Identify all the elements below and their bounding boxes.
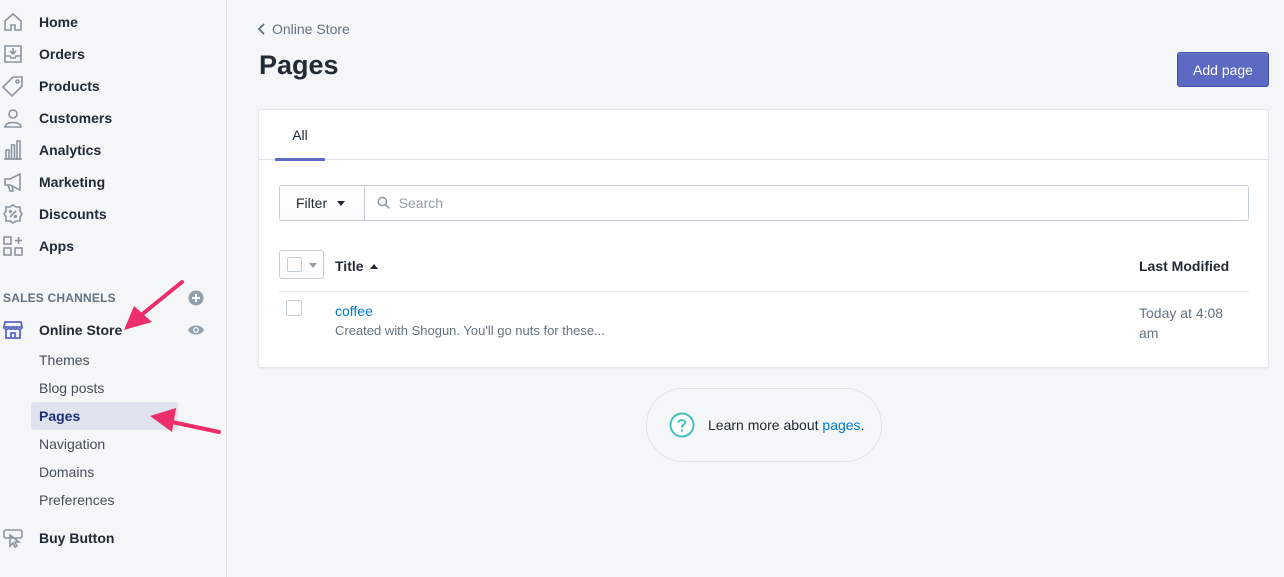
page-excerpt: Created with Shogun. You'll go nuts for … xyxy=(335,323,605,338)
home-icon xyxy=(2,11,24,33)
sidebar-item-analytics[interactable]: Analytics xyxy=(0,134,220,166)
help-text: Learn more about xyxy=(708,417,823,433)
tab-all[interactable]: All xyxy=(275,110,325,161)
add-page-button[interactable]: Add page xyxy=(1177,52,1269,87)
sidebar-item-home[interactable]: Home xyxy=(0,6,220,38)
sidebar-item-label: Customers xyxy=(39,110,113,126)
sidebar-subitem-navigation[interactable]: Navigation xyxy=(31,430,178,458)
sidebar-item-apps[interactable]: Apps xyxy=(0,230,220,262)
help-question-icon xyxy=(669,412,695,438)
apps-icon xyxy=(2,235,24,257)
sidebar-subitem-pages[interactable]: Pages xyxy=(31,402,178,430)
sidebar-subitem-domains[interactable]: Domains xyxy=(31,458,178,486)
search-field[interactable] xyxy=(365,185,1249,221)
chevron-left-icon xyxy=(257,23,265,35)
sort-ascending-icon xyxy=(369,263,378,269)
sidebar-item-label: Marketing xyxy=(39,174,106,190)
sidebar-item-products[interactable]: Products xyxy=(0,70,220,102)
help-footer: Learn more about pages. xyxy=(646,388,882,462)
page-last-modified: Today at 4:08 am xyxy=(1139,305,1224,341)
eye-icon[interactable] xyxy=(187,322,205,338)
person-icon xyxy=(2,107,24,129)
caret-down-icon xyxy=(309,263,317,268)
sidebar: Home Orders Products Customers Analytics… xyxy=(0,0,227,577)
column-header-label: Title xyxy=(335,258,364,274)
breadcrumb[interactable]: Online Store xyxy=(257,20,350,38)
online-store-label: Online Store xyxy=(39,322,123,338)
breadcrumb-label: Online Store xyxy=(272,21,350,37)
filter-button[interactable]: Filter xyxy=(279,185,365,221)
pages-card: All Filter Title Last Modified coffee Cr… xyxy=(258,109,1269,368)
help-link-pages[interactable]: pages xyxy=(822,417,860,433)
store-icon xyxy=(2,319,24,341)
megaphone-icon xyxy=(2,171,24,193)
sidebar-item-discounts[interactable]: Discounts xyxy=(0,198,220,230)
discount-icon xyxy=(2,203,24,225)
sidebar-item-label: Orders xyxy=(39,46,85,62)
add-channel-icon[interactable] xyxy=(188,290,204,306)
bulk-select-checkbox[interactable] xyxy=(279,250,324,279)
sales-channels-title: SALES CHANNELS xyxy=(3,291,116,305)
sidebar-item-orders[interactable]: Orders xyxy=(0,38,220,70)
filter-label: Filter xyxy=(296,195,328,211)
filter-bar: Filter xyxy=(279,185,1249,221)
tab-active-indicator xyxy=(275,158,325,161)
search-input[interactable] xyxy=(398,195,1248,211)
sidebar-item-marketing[interactable]: Marketing xyxy=(0,166,220,198)
sidebar-item-label: Discounts xyxy=(39,206,107,222)
divider xyxy=(279,291,1249,292)
page-title: Pages xyxy=(259,50,339,80)
column-header-title[interactable]: Title xyxy=(335,258,378,274)
sidebar-item-customers[interactable]: Customers xyxy=(0,102,220,134)
tab-label: All xyxy=(292,127,308,143)
page-title-link[interactable]: coffee xyxy=(335,303,373,319)
sidebar-item-label: Products xyxy=(39,78,100,94)
sidebar-item-buy-button[interactable]: Buy Button xyxy=(0,522,220,554)
sidebar-subitem-themes[interactable]: Themes xyxy=(31,346,178,374)
sidebar-item-label: Apps xyxy=(39,238,74,254)
row-checkbox[interactable] xyxy=(286,300,302,316)
buy-button-label: Buy Button xyxy=(39,530,115,546)
tag-icon xyxy=(2,75,24,97)
orders-icon xyxy=(2,43,24,65)
sidebar-item-label: Home xyxy=(39,14,78,30)
caret-down-icon xyxy=(337,200,346,206)
sidebar-item-label: Analytics xyxy=(39,142,102,158)
help-suffix: . xyxy=(860,417,865,433)
checkbox[interactable] xyxy=(287,257,302,272)
search-icon xyxy=(377,196,390,209)
bar-chart-icon xyxy=(2,139,24,161)
buy-button-icon xyxy=(2,527,24,549)
sidebar-subitem-preferences[interactable]: Preferences xyxy=(31,486,178,514)
column-header-last-modified[interactable]: Last Modified xyxy=(1139,258,1229,274)
sidebar-subitem-blog-posts[interactable]: Blog posts xyxy=(31,374,178,402)
tabs: All xyxy=(259,110,1268,161)
